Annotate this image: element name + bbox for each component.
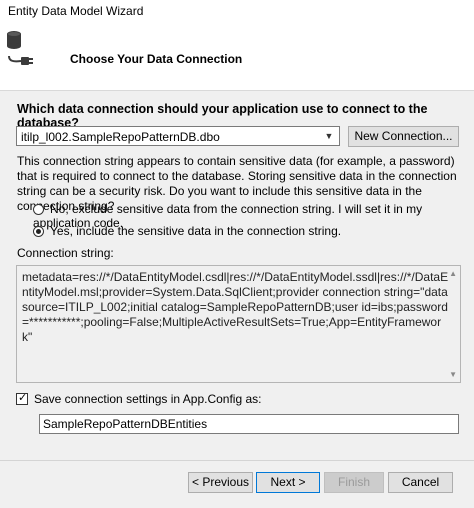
save-settings-row[interactable]: ✓ Save connection settings in App.Config … — [16, 392, 261, 406]
selected-connection: itilp_l002.SampleRepoPatternDB.dbo — [21, 130, 220, 144]
finish-button[interactable]: Finish — [324, 472, 384, 493]
save-settings-label: Save connection settings in App.Config a… — [34, 392, 262, 406]
next-button[interactable]: Next > — [256, 472, 320, 493]
previous-button[interactable]: < Previous — [188, 472, 253, 493]
page-title: Choose Your Data Connection — [70, 52, 243, 66]
checkmark-icon: ✓ — [18, 392, 28, 404]
title-bar: Entity Data Model Wizard — [0, 0, 474, 23]
radio-button-yes[interactable] — [33, 226, 44, 237]
new-connection-button[interactable]: New Connection... — [348, 126, 459, 147]
connection-string-box[interactable]: metadata=res://*/DataEntityModel.csdl|re… — [16, 265, 461, 383]
radio-include-label: Yes, include the sensitive data in the c… — [50, 224, 342, 238]
save-settings-checkbox[interactable]: ✓ — [16, 392, 28, 405]
radio-button-no[interactable] — [33, 204, 44, 215]
connection-string-label: Connection string: — [17, 246, 114, 260]
scroll-down-icon[interactable]: ▼ — [449, 370, 457, 379]
wizard-header: Choose Your Data Connection — [0, 22, 474, 91]
cancel-button[interactable]: Cancel — [388, 472, 453, 493]
window-title: Entity Data Model Wizard — [8, 4, 144, 18]
connection-string-text: metadata=res://*/DataEntityModel.csdl|re… — [22, 270, 449, 344]
footer-divider — [0, 460, 474, 461]
database-plug-icon — [5, 28, 49, 77]
radio-include-sensitive[interactable]: Yes, include the sensitive data in the c… — [33, 224, 341, 238]
entity-name-input[interactable] — [39, 414, 459, 434]
connection-dropdown[interactable]: itilp_l002.SampleRepoPatternDB.dbo ▼ — [16, 126, 340, 146]
scroll-up-icon[interactable]: ▲ — [449, 269, 457, 278]
chevron-down-icon[interactable]: ▼ — [322, 130, 336, 142]
